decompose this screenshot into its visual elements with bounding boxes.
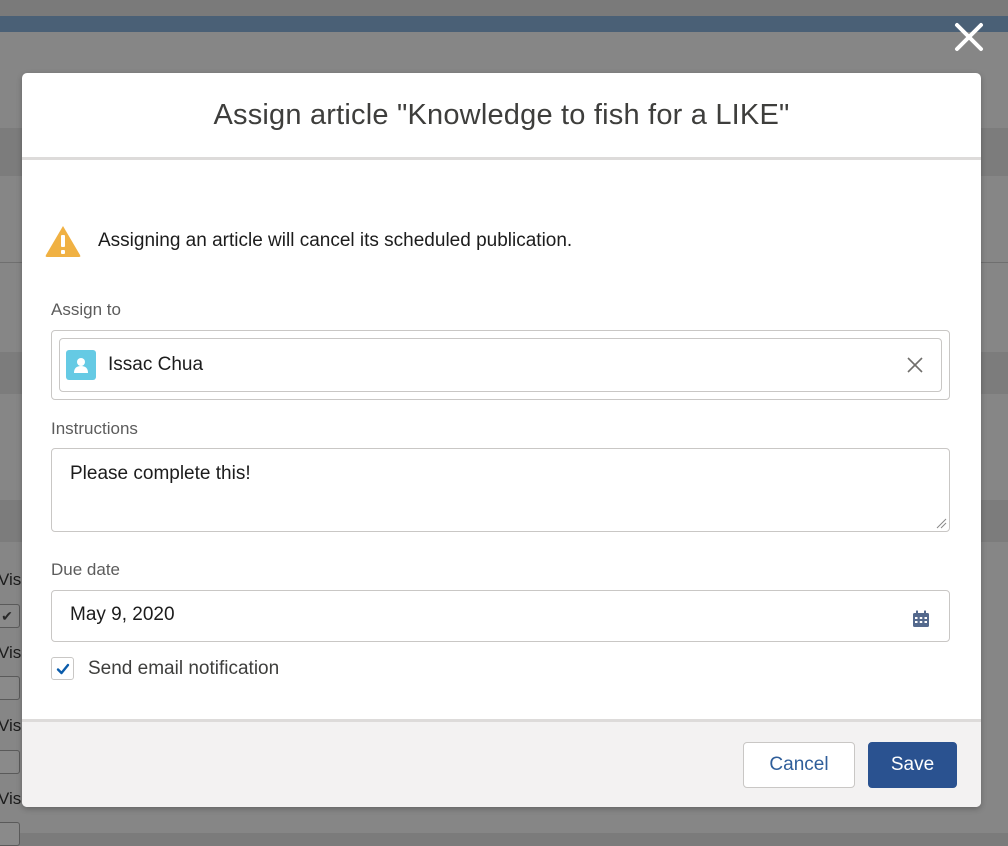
background-brand-strip [0, 16, 1008, 32]
instructions-label: Instructions [51, 419, 138, 438]
assignee-pill[interactable]: Issac Chua [59, 338, 942, 392]
close-icon[interactable] [951, 19, 987, 55]
checkmark-icon [56, 663, 69, 674]
email-notification-label: Send email notification [88, 657, 280, 679]
warning-message: Assigning an article will cancel its sch… [44, 224, 572, 258]
warning-icon [45, 226, 81, 257]
background-row-label: Vis [0, 716, 22, 735]
background-checkbox [0, 822, 20, 846]
save-button[interactable]: Save [868, 742, 957, 788]
due-date-label: Due date [51, 560, 120, 579]
assign-to-lookup[interactable]: Issac Chua [51, 330, 950, 400]
calendar-icon[interactable] [911, 609, 931, 629]
contact-icon [66, 350, 96, 380]
background-row-label: Vis [0, 643, 22, 662]
due-date-input[interactable]: May 9, 2020 [51, 590, 950, 642]
cancel-button[interactable]: Cancel [743, 742, 855, 788]
modal-title: Assign article "Knowledge to fish for a … [213, 98, 790, 131]
email-notification-option[interactable]: Send email notification [51, 657, 279, 680]
background-row-label: Vis [0, 570, 22, 589]
warning-text: Assigning an article will cancel its sch… [98, 230, 573, 251]
background-checkbox [0, 676, 20, 700]
background-row-label: Vis [0, 789, 22, 808]
background-header [0, 0, 1008, 16]
modal-footer: Cancel Save [22, 719, 981, 807]
background-checkbox [0, 750, 20, 774]
modal-header: Assign article "Knowledge to fish for a … [22, 73, 981, 160]
assign-article-modal: Assign article "Knowledge to fish for a … [22, 73, 981, 807]
instructions-textarea[interactable]: Please complete this! [51, 448, 950, 532]
due-date-value: May 9, 2020 [70, 604, 175, 625]
email-notification-checkbox[interactable] [51, 657, 74, 680]
instructions-value: Please complete this! [70, 463, 251, 484]
assignee-name: Issac Chua [108, 354, 204, 375]
modal-body: Assigning an article will cancel its sch… [22, 160, 981, 720]
assign-to-label: Assign to [51, 300, 121, 319]
background-checkbox: ✔ [0, 604, 20, 628]
resize-handle-icon[interactable] [935, 517, 947, 529]
remove-icon[interactable] [905, 355, 925, 375]
